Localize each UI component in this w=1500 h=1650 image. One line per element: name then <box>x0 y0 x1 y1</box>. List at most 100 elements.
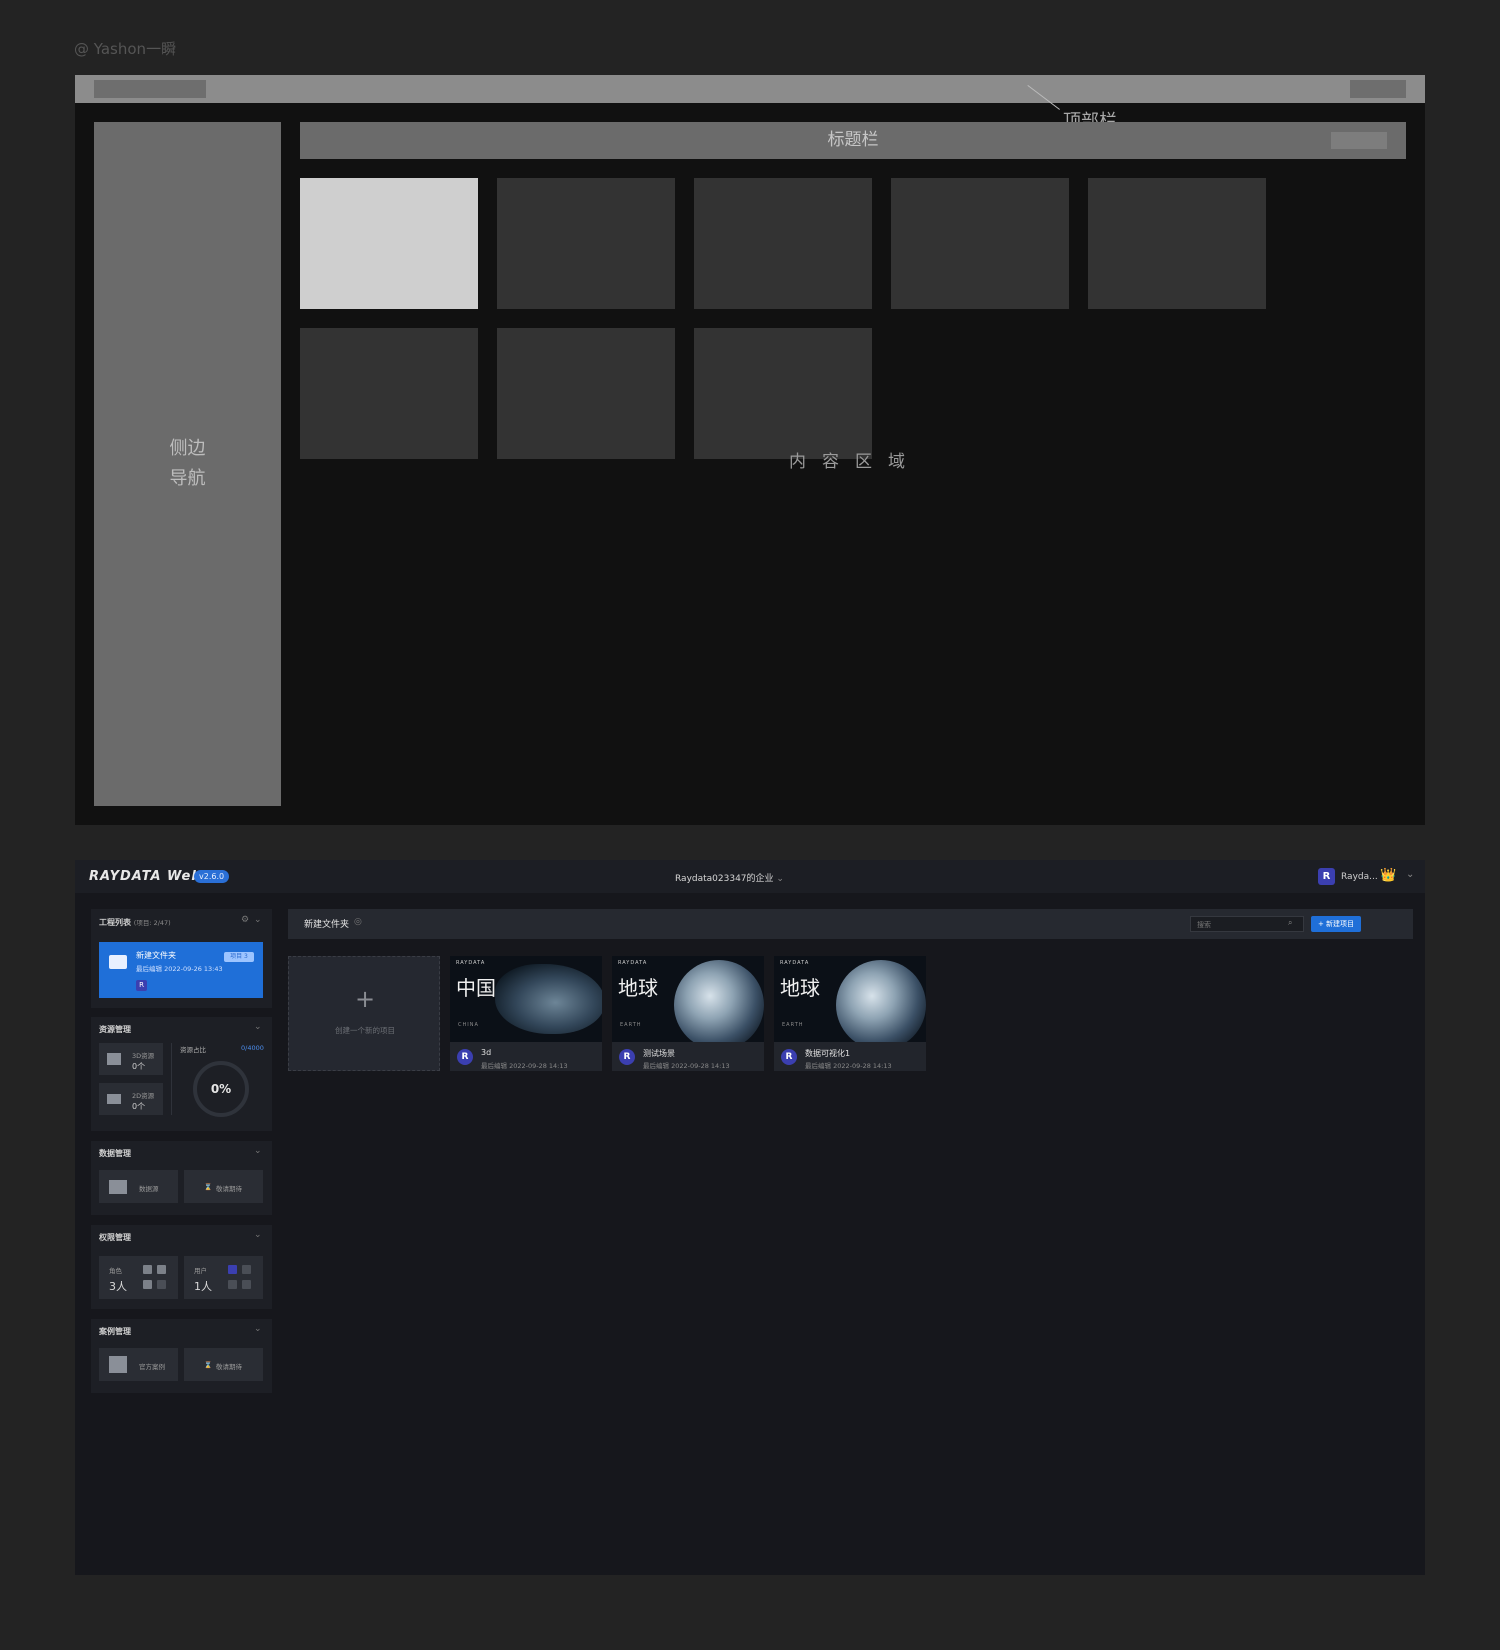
user-value: 1人 <box>194 1280 212 1293</box>
wireframe-card <box>891 178 1069 309</box>
earth-globe-image <box>674 960 764 1042</box>
coming-soon-label: 敬请期待 <box>216 1363 242 1371</box>
chevron-down-icon[interactable]: ⌄ <box>254 915 262 925</box>
wireframe-card <box>694 178 872 309</box>
project-count: (项目: 2/47) <box>133 919 171 927</box>
empty-slot-icon <box>228 1280 237 1289</box>
person-icon <box>143 1280 152 1289</box>
project-count-badge: 项目 3 <box>224 952 254 962</box>
side-nav-label-line1: 侧边 <box>169 438 206 459</box>
person-icon <box>143 1265 152 1274</box>
resource-title: 资源管理 <box>99 1025 131 1034</box>
project-edited-time: 最后编辑 2022-09-28 14:13 <box>643 1062 730 1070</box>
chevron-down-icon[interactable]: ⌄ <box>254 1146 262 1156</box>
owner-avatar: R <box>136 980 147 991</box>
folder-edited-time: 最后编辑 2022-09-26 13:43 <box>136 965 223 973</box>
folder-icon <box>109 955 127 969</box>
chevron-down-icon[interactable]: ⌄ <box>254 1022 262 1032</box>
project-list-title-text: 工程列表 <box>99 918 131 927</box>
hourglass-icon: ⌛ <box>204 1361 213 1369</box>
usage-ring: 0% <box>193 1061 249 1117</box>
coming-soon-button[interactable]: ⌛ 敬请期待 <box>184 1348 263 1381</box>
create-project-label: 创建一个新的项目 <box>335 1026 395 1035</box>
china-map-image <box>495 964 602 1034</box>
project-thumbnail: RAYDATA 中国 CHINA <box>450 956 602 1042</box>
data-source-button[interactable]: 数据源 <box>99 1170 178 1203</box>
wireframe-title-button <box>1331 132 1387 149</box>
project-card[interactable]: RAYDATA 地球 EARTH R 测试场景 最后编辑 2022-09-28 … <box>612 956 764 1071</box>
server-icon <box>109 1180 127 1194</box>
settings-icon[interactable]: ◎ <box>354 917 362 927</box>
folder-name: 新建文件夹 <box>136 951 176 960</box>
project-avatar: R <box>619 1049 635 1065</box>
3d-resource-tile[interactable]: 3D资源 0个 <box>99 1043 163 1075</box>
project-card[interactable]: RAYDATA 地球 EARTH R 数据可视化1 最后编辑 2022-09-2… <box>774 956 926 1071</box>
thumb-brand: RAYDATA <box>780 960 810 966</box>
search-icon[interactable]: ⌕ <box>1288 918 1292 928</box>
app-window: RAYDATA Web v2.6.0 Raydata023347的企业 ⌄ R … <box>75 860 1425 1575</box>
role-label: 角色 <box>109 1267 122 1275</box>
wireframe-card-selected <box>300 178 478 309</box>
official-case-button[interactable]: 官方案例 <box>99 1348 178 1381</box>
thumb-title: 地球 <box>618 976 658 1000</box>
brand-logo[interactable]: RAYDATA Web <box>89 869 202 884</box>
wireframe-diagram: 顶部栏 侧边 导航 标题栏 内容区域 <box>75 75 1425 825</box>
3d-resource-value: 0个 <box>132 1062 146 1071</box>
usage-count: 0/4000 <box>241 1044 264 1052</box>
thumb-title: 地球 <box>780 976 820 1000</box>
layers-icon <box>107 1094 121 1104</box>
role-tile[interactable]: 角色 3人 <box>99 1256 178 1299</box>
user-tile[interactable]: 用户 1人 <box>184 1256 263 1299</box>
side-nav-label-line2: 导航 <box>169 468 206 489</box>
resource-panel: 资源管理 ⌄ 3D资源 0个 2D资源 0个 资源占比 0/4000 0% <box>91 1017 272 1131</box>
usage-percent: 0% <box>210 1082 232 1096</box>
wireframe-card <box>497 328 675 459</box>
version-badge: v2.6.0 <box>194 870 230 883</box>
project-avatar: R <box>781 1049 797 1065</box>
coming-soon-label: 敬请期待 <box>216 1185 242 1193</box>
user-avatar-icon <box>228 1265 237 1274</box>
folder-title: 新建文件夹 <box>304 920 350 930</box>
thumb-subtitle: CHINA <box>458 1022 479 1028</box>
data-panel: 数据管理 ⌄ 数据源 ⌛ 敬请期待 <box>91 1141 272 1215</box>
divider <box>171 1043 172 1115</box>
project-thumbnail: RAYDATA 地球 EARTH <box>612 956 764 1042</box>
wireframe-card <box>1088 178 1266 309</box>
2d-resource-tile[interactable]: 2D资源 0个 <box>99 1083 163 1115</box>
thumb-subtitle: EARTH <box>782 1022 804 1028</box>
settings-icon[interactable]: ⚙ <box>241 915 249 925</box>
data-title: 数据管理 <box>99 1149 131 1158</box>
org-name: Raydata023347的企业 <box>675 874 774 884</box>
thumb-brand: RAYDATA <box>618 960 648 966</box>
project-card[interactable]: RAYDATA 中国 CHINA R 3d 最后编辑 2022-09-28 14… <box>450 956 602 1071</box>
wireframe-side-nav: 侧边 导航 <box>94 122 281 806</box>
coming-soon-button[interactable]: ⌛ 敬请期待 <box>184 1170 263 1203</box>
2d-resource-value: 0个 <box>132 1102 146 1111</box>
project-name: 测试场景 <box>643 1049 675 1058</box>
empty-slot-icon <box>242 1280 251 1289</box>
chevron-down-icon[interactable]: ⌄ <box>1406 869 1414 880</box>
project-name: 数据可视化1 <box>805 1049 851 1058</box>
chevron-down-icon[interactable]: ⌄ <box>254 1230 262 1240</box>
thumb-brand: RAYDATA <box>456 960 486 966</box>
chevron-down-icon[interactable]: ⌄ <box>254 1324 262 1334</box>
user-name[interactable]: Rayda... <box>1341 872 1378 882</box>
project-edited-time: 最后编辑 2022-09-28 14:13 <box>481 1062 568 1070</box>
project-folder-card[interactable]: 新建文件夹 最后编辑 2022-09-26 13:43 项目 3 R <box>99 942 263 998</box>
2d-resource-label: 2D资源 <box>132 1092 155 1100</box>
cube-icon <box>107 1053 121 1065</box>
permission-title: 权限管理 <box>99 1233 131 1242</box>
plus-icon: + <box>354 985 376 1013</box>
wireframe-title-bar: 标题栏 <box>300 122 1406 159</box>
search-input[interactable]: 搜索 <box>1190 916 1304 932</box>
create-project-card[interactable]: + 创建一个新的项目 <box>288 956 440 1071</box>
folder-title-bar: 新建文件夹 ◎ 搜索 ⌕ + 新建项目 <box>288 909 1413 939</box>
case-panel: 案例管理 ⌄ 官方案例 ⌛ 敬请期待 <box>91 1319 272 1393</box>
user-avatar[interactable]: R <box>1318 868 1335 885</box>
new-project-button[interactable]: + 新建项目 <box>1311 916 1361 932</box>
title-bar-label: 标题栏 <box>827 130 879 150</box>
app-top-bar: RAYDATA Web v2.6.0 Raydata023347的企业 ⌄ R … <box>75 860 1425 893</box>
org-switcher[interactable]: Raydata023347的企业 ⌄ <box>675 871 784 884</box>
books-icon <box>109 1356 127 1373</box>
thumb-subtitle: EARTH <box>620 1022 642 1028</box>
